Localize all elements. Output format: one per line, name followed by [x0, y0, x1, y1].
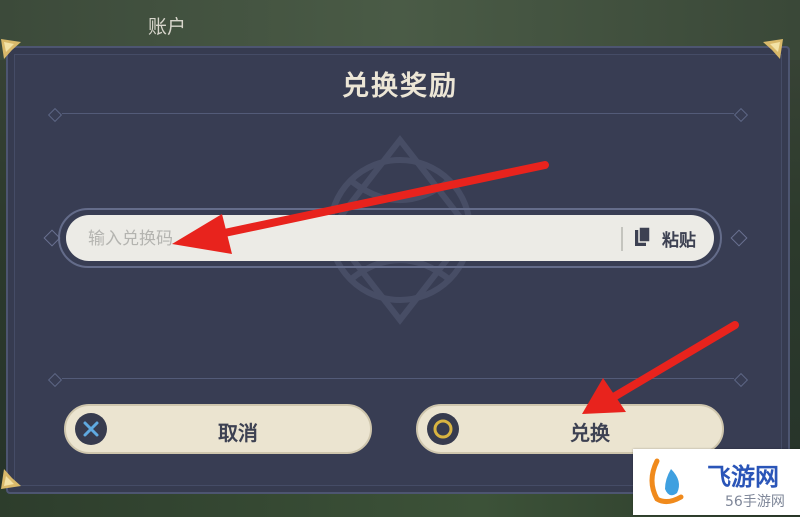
cancel-label: 取消: [218, 421, 258, 445]
redeem-label: 兑换: [570, 421, 610, 445]
site-name: 飞游网: [707, 462, 779, 491]
site-logo-icon: [649, 458, 684, 505]
divider-top: [47, 107, 749, 123]
corner-ornament-icon: [0, 38, 22, 60]
site-watermark: 飞游网 56手游网: [633, 449, 800, 515]
circle-button-icon: [427, 413, 459, 445]
corner-ornament-icon: [0, 468, 22, 490]
cancel-button[interactable]: 取消: [64, 404, 372, 454]
divider-bottom: [47, 372, 749, 388]
site-subname: 56手游网: [725, 494, 785, 510]
account-title: 账户: [148, 16, 187, 38]
clipboard-icon: [635, 226, 651, 246]
dialog-title: 兑换奖励: [342, 71, 458, 102]
paste-button[interactable]: 粘贴: [632, 223, 706, 253]
redeem-code-input[interactable]: [86, 215, 610, 263]
cross-button-icon: [75, 413, 107, 445]
code-input-container: 粘贴: [66, 215, 714, 263]
paste-label: 粘贴: [662, 231, 696, 251]
paste-separator: [621, 227, 623, 251]
corner-ornament-icon: [762, 38, 784, 60]
redeem-button[interactable]: 兑换: [416, 404, 724, 454]
